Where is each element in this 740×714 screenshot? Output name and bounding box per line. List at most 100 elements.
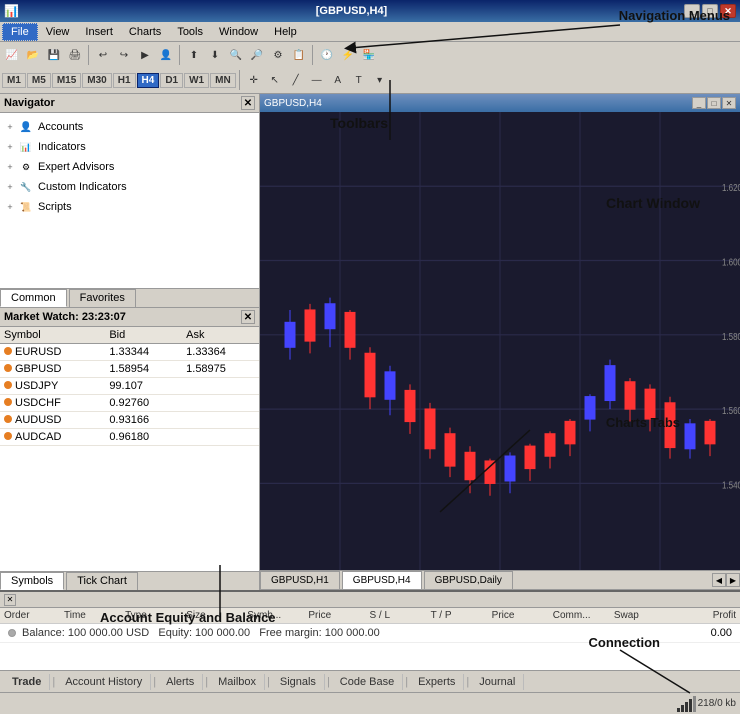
down-icon[interactable]: ⬇ [205, 45, 225, 65]
menu-help[interactable]: Help [266, 24, 305, 40]
col-time: Time [64, 610, 125, 621]
tab-tick-chart[interactable]: Tick Chart [66, 572, 138, 590]
tree-item-expert-advisors[interactable]: + ⚙ Expert Advisors [0, 157, 259, 177]
toolbar-row-1: 📈 📂 💾 🖨 ↩ ↪ ▶ 👤 ⬆ ⬇ 🔍 🔎 ⚙ 📋 🕐 ⚡ 🏪 [2, 44, 738, 66]
profile-icon[interactable]: 👤 [156, 45, 176, 65]
menu-file[interactable]: File [2, 23, 38, 41]
print-icon[interactable]: 🖨 [65, 45, 85, 65]
tab-favorites[interactable]: Favorites [69, 289, 136, 307]
tab-journal[interactable]: Journal [471, 674, 524, 690]
mw-row-audusd[interactable]: AUDUSD 0.93166 [0, 412, 259, 429]
arrow-icon[interactable]: ↖ [265, 70, 285, 90]
tab-experts[interactable]: Experts [410, 674, 464, 690]
chart-tab-gbpusd-h1[interactable]: GBPUSD,H1 [260, 571, 340, 590]
forward-icon[interactable]: ▶ [135, 45, 155, 65]
scripts-expander[interactable]: + [4, 201, 16, 213]
mw-row-gbpusd[interactable]: GBPUSD 1.58954 1.58975 [0, 361, 259, 378]
tab-mailbox[interactable]: Mailbox [210, 674, 265, 690]
mw-row-audcad[interactable]: AUDCAD 0.96180 [0, 429, 259, 446]
ea-expander[interactable]: + [4, 161, 16, 173]
close-button[interactable]: ✕ [720, 4, 736, 18]
bar-1 [677, 708, 680, 712]
indicators-expander[interactable]: + [4, 141, 16, 153]
tree-item-scripts[interactable]: + 📜 Scripts [0, 197, 259, 217]
tree-item-custom-indicators[interactable]: + 🔧 Custom Indicators [0, 177, 259, 197]
terminal-close-btn[interactable]: ✕ [4, 594, 16, 606]
balance-row: Balance: 100 000.00 USD Equity: 100 000.… [0, 624, 740, 643]
chart-close-btn[interactable]: ✕ [722, 97, 736, 109]
gbpusd-dot [4, 364, 12, 372]
tf-m30[interactable]: M30 [82, 73, 111, 88]
text-icon[interactable]: A [328, 70, 348, 90]
col-symb: Symb... [247, 610, 308, 621]
accounts-expander[interactable]: + [4, 121, 16, 133]
up-icon[interactable]: ⬆ [184, 45, 204, 65]
navigator-close-button[interactable]: ✕ [241, 96, 255, 110]
chart-tab-next[interactable]: ▶ [726, 573, 740, 587]
indicators-icon: 📊 [18, 139, 34, 155]
terminal-header: ✕ [0, 592, 740, 608]
chart-tab-gbpusd-h4[interactable]: GBPUSD,H4 [342, 571, 422, 590]
more-icon[interactable]: ▾ [370, 70, 390, 90]
tree-item-indicators[interactable]: + 📊 Indicators [0, 137, 259, 157]
market-watch-scroll[interactable]: Symbol Bid Ask EURUSD 1.33344 1.33364 [0, 327, 259, 571]
tf-d1[interactable]: D1 [160, 73, 183, 88]
save-icon[interactable]: 💾 [44, 45, 64, 65]
redo-icon[interactable]: ↪ [114, 45, 134, 65]
open-icon[interactable]: 📂 [23, 45, 43, 65]
chart-area[interactable]: 1.6200 1.6000 1.5800 1.5600 1.5400 [260, 112, 740, 570]
menu-window[interactable]: Window [211, 24, 266, 40]
mw-eurusd-ask: 1.33364 [182, 344, 259, 361]
textlabel-icon[interactable]: T [349, 70, 369, 90]
tab-common[interactable]: Common [0, 289, 67, 307]
status-right: 218/0 kb [677, 696, 736, 712]
chart-minimize-btn[interactable]: _ [692, 97, 706, 109]
tab-signals[interactable]: Signals [272, 674, 325, 690]
minimize-button[interactable]: _ [684, 4, 700, 18]
chart-svg: 1.6200 1.6000 1.5800 1.5600 1.5400 [260, 112, 740, 570]
chart-tab-prev[interactable]: ◀ [712, 573, 726, 587]
mw-row-eurusd[interactable]: EURUSD 1.33344 1.33364 [0, 344, 259, 361]
tf-m5[interactable]: M5 [27, 73, 51, 88]
menu-insert[interactable]: Insert [77, 24, 121, 40]
menu-view[interactable]: View [38, 24, 78, 40]
col-price2: Price [492, 610, 553, 621]
menu-tools[interactable]: Tools [169, 24, 211, 40]
crosshair-icon[interactable]: ✛ [244, 70, 264, 90]
properties-icon[interactable]: ⚙ [268, 45, 288, 65]
chart-tab-gbpusd-daily[interactable]: GBPUSD,Daily [424, 571, 513, 590]
market-watch-header: Market Watch: 23:23:07 ✕ [0, 308, 259, 327]
tab-account-history[interactable]: Account History [57, 674, 151, 690]
tab-trade[interactable]: Trade [4, 674, 50, 690]
hline-icon[interactable]: — [307, 70, 327, 90]
tab-symbols[interactable]: Symbols [0, 572, 64, 590]
zoom-in-icon[interactable]: 🔍 [226, 45, 246, 65]
tab-code-base[interactable]: Code Base [332, 674, 403, 690]
tf-w1[interactable]: W1 [184, 73, 209, 88]
templates-icon[interactable]: 📋 [289, 45, 309, 65]
tf-h4[interactable]: H4 [137, 73, 160, 88]
tab-alerts[interactable]: Alerts [158, 674, 203, 690]
chart-maximize-btn[interactable]: □ [707, 97, 721, 109]
menu-bar: File View Insert Charts Tools Window Hel… [0, 22, 740, 42]
clock-icon[interactable]: 🕐 [317, 45, 337, 65]
maximize-button[interactable]: □ [702, 4, 718, 18]
title-bar: 📊 [GBPUSD,H4] _ □ ✕ [0, 0, 740, 22]
menu-charts[interactable]: Charts [121, 24, 169, 40]
line-icon[interactable]: ╱ [286, 70, 306, 90]
market-icon[interactable]: 🏪 [359, 45, 379, 65]
expert-icon[interactable]: ⚡ [338, 45, 358, 65]
zoom-out-icon[interactable]: 🔎 [247, 45, 267, 65]
ci-expander[interactable]: + [4, 181, 16, 193]
mw-row-usdjpy[interactable]: USDJPY 99.107 [0, 378, 259, 395]
tf-m15[interactable]: M15 [52, 73, 81, 88]
separator-3 [312, 45, 314, 65]
tf-h1[interactable]: H1 [113, 73, 136, 88]
tf-m1[interactable]: M1 [2, 73, 26, 88]
new-chart-icon[interactable]: 📈 [2, 45, 22, 65]
tree-item-accounts[interactable]: + 👤 Accounts [0, 117, 259, 137]
market-watch-close-button[interactable]: ✕ [241, 310, 255, 324]
undo-icon[interactable]: ↩ [93, 45, 113, 65]
mw-row-usdchf[interactable]: USDCHF 0.92760 [0, 395, 259, 412]
tf-mn[interactable]: MN [210, 73, 236, 88]
